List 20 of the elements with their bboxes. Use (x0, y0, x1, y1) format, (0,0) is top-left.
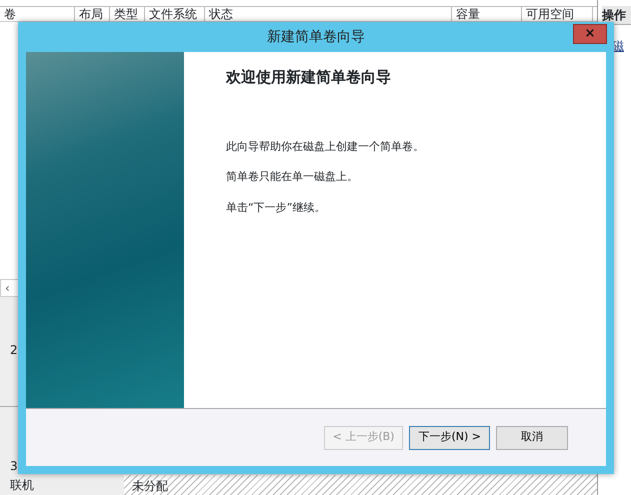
disk-label-text: 2 (10, 343, 18, 358)
disk-label-text: 3 (10, 458, 18, 475)
column-header[interactable]: 卷 (0, 7, 75, 21)
partition-label: 未分配 (132, 479, 168, 493)
instruction-text: 简单卷只能在单一磁盘上。 (226, 169, 359, 185)
column-header[interactable]: 可用空间 (522, 7, 593, 21)
disk-label-text: 联机 (10, 477, 34, 494)
instruction-text: 单击“下一步”继续。 (226, 200, 326, 216)
close-button[interactable]: × (573, 24, 607, 44)
column-header[interactable]: 状态 (205, 7, 452, 21)
window-title: 新建简单卷向导 (267, 28, 365, 46)
column-header[interactable]: 容量 (452, 7, 522, 21)
column-header[interactable]: 文件系统 (145, 7, 205, 21)
next-button[interactable]: 下一步(N) > (409, 426, 490, 450)
column-header[interactable]: 类型 (110, 7, 145, 21)
actions-header: 操作 (602, 6, 631, 25)
instruction-text: 此向导帮助你在磁盘上创建一个简单卷。 (226, 138, 425, 154)
column-header[interactable]: 布局 (75, 7, 110, 21)
wizard-heading: 欢迎使用新建简单卷向导 (226, 67, 392, 88)
cancel-button[interactable]: 取消 (496, 426, 568, 450)
